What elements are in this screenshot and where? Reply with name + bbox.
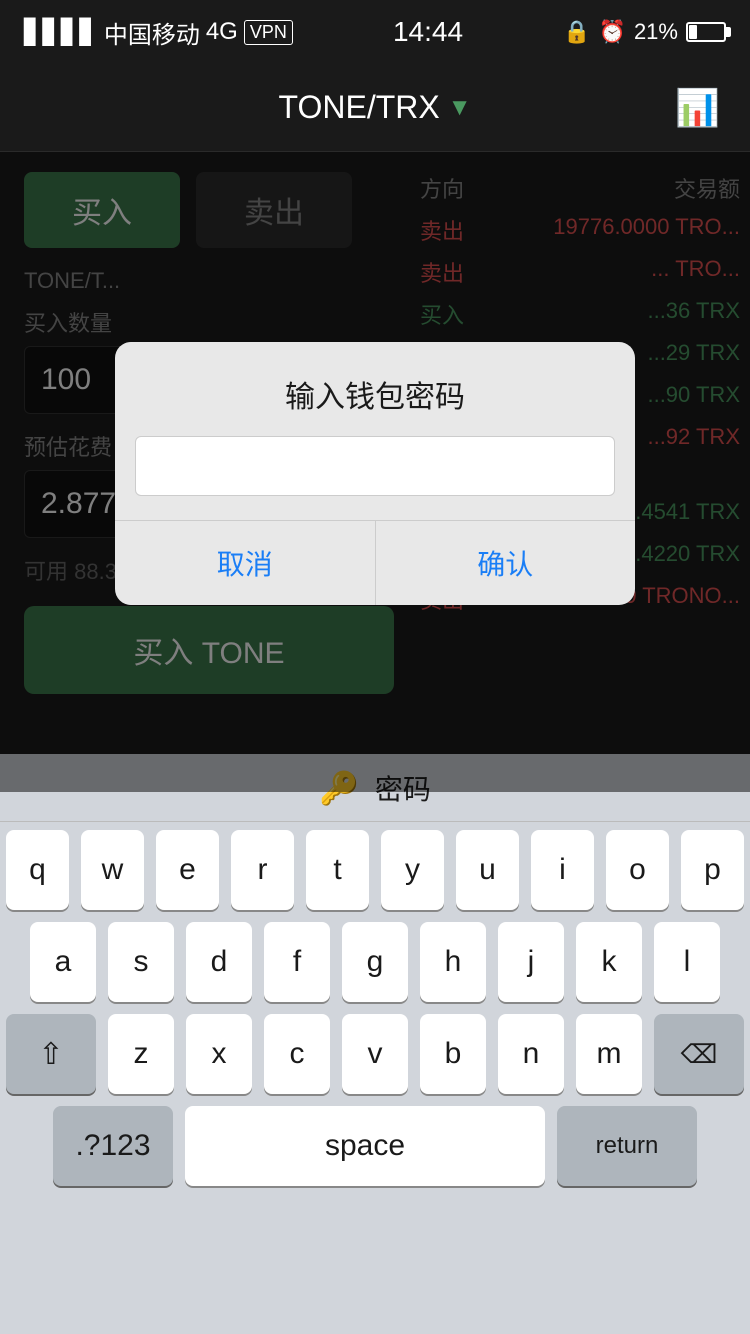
key-v[interactable]: v — [342, 1014, 408, 1094]
pair-label: TONE/TRX — [279, 89, 440, 126]
dialog-title: 输入钱包密码 — [115, 342, 635, 436]
key-j[interactable]: j — [498, 922, 564, 1002]
key-f[interactable]: f — [264, 922, 330, 1002]
cancel-button[interactable]: 取消 — [115, 521, 376, 605]
key-b[interactable]: b — [420, 1014, 486, 1094]
shift-key[interactable]: ⇧ — [6, 1014, 96, 1094]
key-i[interactable]: i — [531, 830, 594, 910]
keyboard-area: 🔑 密码 q w e r t y u i o p a s d f g h j k… — [0, 754, 750, 1334]
switch-key[interactable]: .?123 — [53, 1106, 173, 1186]
key-c[interactable]: c — [264, 1014, 330, 1094]
key-r[interactable]: r — [231, 830, 294, 910]
key-h[interactable]: h — [420, 922, 486, 1002]
key-l[interactable]: l — [654, 922, 720, 1002]
key-t[interactable]: t — [306, 830, 369, 910]
key-o[interactable]: o — [606, 830, 669, 910]
key-u[interactable]: u — [456, 830, 519, 910]
chart-icon[interactable]: 📊 — [675, 87, 720, 129]
carrier-label: 中国移动 — [104, 15, 200, 50]
signal-icon: ▋▋▋▋ — [24, 18, 98, 47]
key-g[interactable]: g — [342, 922, 408, 1002]
key-m[interactable]: m — [576, 1014, 642, 1094]
keyboard-row-3: ⇧ z x c v b n m ⌫ — [6, 1014, 744, 1094]
network-label: 4G — [206, 18, 238, 46]
time-display: 14:44 — [393, 16, 463, 48]
battery-label: 21% — [634, 19, 678, 45]
pair-title[interactable]: TONE/TRX ▼ — [279, 89, 472, 126]
top-nav: TONE/TRX ▼ 📊 — [0, 64, 750, 152]
return-key[interactable]: return — [557, 1106, 697, 1186]
key-y[interactable]: y — [381, 830, 444, 910]
delete-key[interactable]: ⌫ — [654, 1014, 744, 1094]
vpn-badge: VPN — [244, 20, 293, 45]
dialog-buttons: 取消 确认 — [115, 520, 635, 605]
key-n[interactable]: n — [498, 1014, 564, 1094]
chevron-down-icon: ▼ — [448, 94, 472, 122]
wallet-password-dialog: 输入钱包密码 取消 确认 — [115, 342, 635, 605]
key-z[interactable]: z — [108, 1014, 174, 1094]
space-key[interactable]: space — [185, 1106, 545, 1186]
key-q[interactable]: q — [6, 830, 69, 910]
alarm-icon: ⏰ — [599, 19, 626, 45]
key-k[interactable]: k — [576, 922, 642, 1002]
key-s[interactable]: s — [108, 922, 174, 1002]
key-e[interactable]: e — [156, 830, 219, 910]
key-d[interactable]: d — [186, 922, 252, 1002]
confirm-button[interactable]: 确认 — [376, 521, 636, 605]
key-w[interactable]: w — [81, 830, 144, 910]
dialog-input-wrap — [135, 436, 615, 496]
key-x[interactable]: x — [186, 1014, 252, 1094]
keyboard-row-2: a s d f g h j k l — [6, 922, 744, 1002]
status-bar: ▋▋▋▋ 中国移动 4G VPN 14:44 🔒 ⏰ 21% — [0, 0, 750, 64]
status-carrier: ▋▋▋▋ 中国移动 4G VPN — [24, 15, 293, 50]
status-right: 🔒 ⏰ 21% — [563, 19, 726, 45]
key-a[interactable]: a — [30, 922, 96, 1002]
keyboard-row-4: .?123 space return — [6, 1106, 744, 1186]
key-p[interactable]: p — [681, 830, 744, 910]
keyboard-rows: q w e r t y u i o p a s d f g h j k l ⇧ … — [0, 822, 750, 1186]
battery-icon — [686, 22, 726, 42]
lock-icon: 🔒 — [563, 19, 590, 45]
password-input[interactable] — [135, 436, 615, 496]
keyboard-row-1: q w e r t y u i o p — [6, 830, 744, 910]
